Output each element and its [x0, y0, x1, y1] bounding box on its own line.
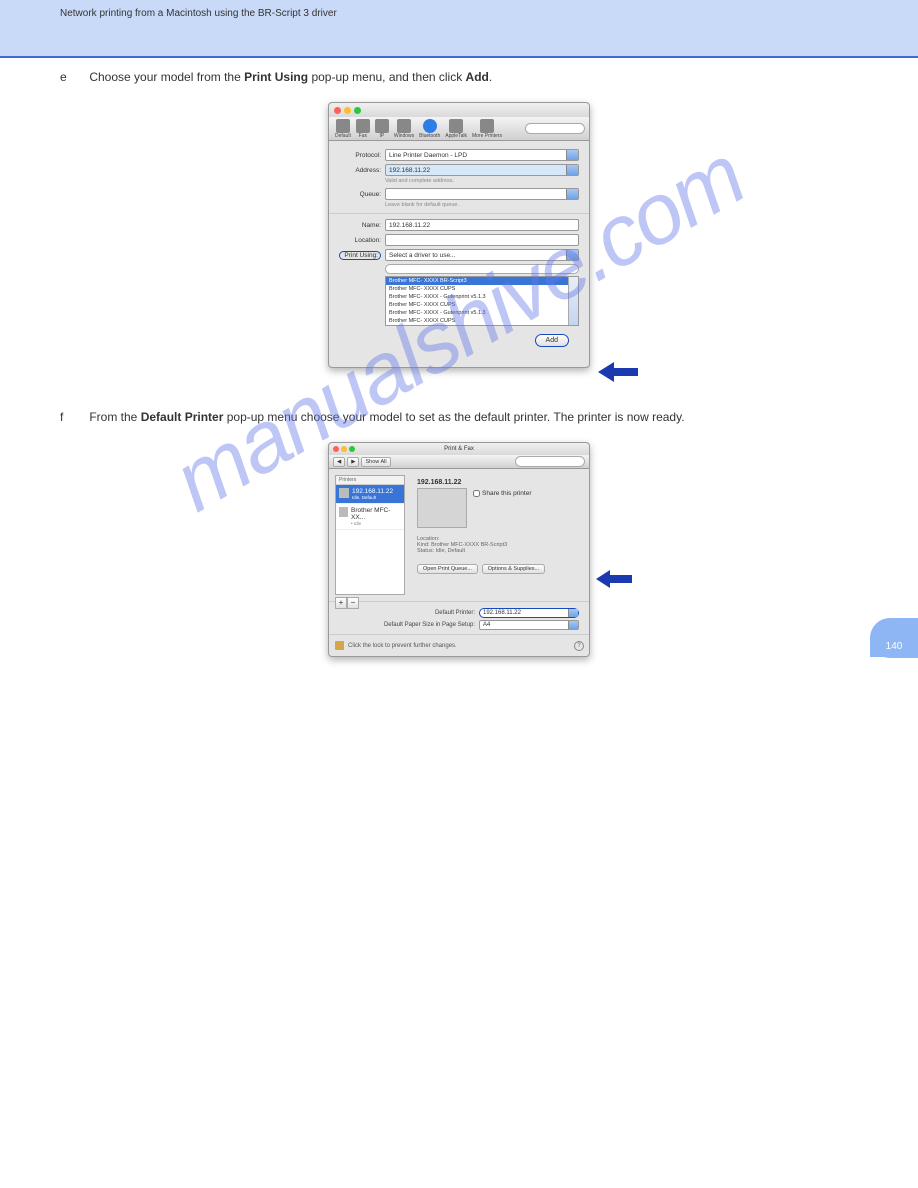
- list-item[interactable]: Brother MFC- XXXX BR-Script3: [386, 277, 578, 285]
- location-field[interactable]: [385, 234, 579, 246]
- printer-item[interactable]: Brother MFC- XX...• Idle: [336, 504, 404, 530]
- back-button[interactable]: ◀: [333, 457, 345, 467]
- lock-row[interactable]: Click the lock to prevent further change…: [329, 634, 589, 656]
- screenshot-add-printer: Default Fax IP Windows Bluetooth AppleTa…: [328, 102, 590, 368]
- printer-icon: [339, 507, 348, 517]
- driver-search-input[interactable]: [385, 264, 579, 274]
- toolbar: Default Fax IP Windows Bluetooth AppleTa…: [329, 117, 589, 141]
- toolbar-default[interactable]: Default: [333, 119, 353, 139]
- step-e: e Choose your model from the Print Using…: [0, 58, 918, 96]
- toolbar-more[interactable]: More Printers: [470, 119, 504, 139]
- name-field[interactable]: 192.168.11.22: [385, 219, 579, 231]
- printer-list[interactable]: Printers 192.168.11.22Idle, Default Brot…: [335, 475, 405, 595]
- open-queue-button[interactable]: Open Print Queue...: [417, 564, 478, 574]
- queue-field[interactable]: [385, 188, 579, 200]
- protocol-select[interactable]: Line Printer Daemon - LPD: [385, 149, 579, 161]
- printer-image: [417, 488, 467, 528]
- window-traffic-lights: [329, 103, 589, 117]
- printer-icon: [339, 488, 349, 498]
- paper-size-select[interactable]: A4: [479, 620, 579, 630]
- show-all-button[interactable]: Show All: [361, 457, 390, 467]
- step-number-icon: e: [60, 68, 86, 86]
- page-number: 140: [870, 637, 918, 657]
- toolbar-fax[interactable]: Fax: [354, 119, 372, 139]
- toolbar-bluetooth[interactable]: Bluetooth: [417, 119, 442, 139]
- forward-button[interactable]: ▶: [347, 457, 359, 467]
- remove-printer-button[interactable]: −: [347, 597, 359, 609]
- list-item[interactable]: Brother MFC- XXXX - Gutenprint v5.1.3: [386, 293, 578, 301]
- add-printer-button[interactable]: +: [335, 597, 347, 609]
- driver-list[interactable]: Brother MFC- XXXX BR-Script3 Brother MFC…: [385, 276, 579, 326]
- options-supplies-button[interactable]: Options & Supplies...: [482, 564, 545, 574]
- toolbar-windows[interactable]: Windows: [392, 119, 416, 139]
- list-item[interactable]: Brother MFC- XXXX CUPS: [386, 317, 578, 325]
- toolbar-ip[interactable]: IP: [373, 119, 391, 139]
- list-item[interactable]: Brother MFC- XXXX - Gutenprint v5.1.3: [386, 309, 578, 317]
- printer-info-panel: 192.168.11.22 Share this printer Locatio…: [411, 475, 583, 595]
- lock-icon: [335, 641, 344, 650]
- prefs-toolbar: ◀ ▶ Show All: [329, 455, 589, 469]
- printer-item[interactable]: 192.168.11.22Idle, Default: [336, 485, 404, 504]
- page-header: Network printing from a Macintosh using …: [0, 0, 918, 58]
- address-field[interactable]: 192.168.11.22: [385, 164, 579, 176]
- search-input[interactable]: [515, 456, 585, 467]
- add-button[interactable]: Add: [535, 334, 569, 347]
- help-button[interactable]: ?: [574, 641, 584, 651]
- toolbar-appletalk[interactable]: AppleTalk: [443, 119, 469, 139]
- window-title: Print & Fax: [329, 443, 589, 455]
- list-item[interactable]: Brother MFC- XXXX CUPS: [386, 285, 578, 293]
- share-printer-checkbox[interactable]: Share this printer: [473, 490, 532, 497]
- step-number-icon: f: [60, 408, 86, 426]
- step-f: f From the Default Printer pop-up menu c…: [0, 398, 918, 436]
- search-input[interactable]: [525, 123, 585, 134]
- default-printer-select[interactable]: 192.168.11.22: [479, 608, 579, 618]
- print-using-select[interactable]: Select a driver to use...: [385, 249, 579, 261]
- selected-printer-title: 192.168.11.22: [417, 479, 577, 486]
- list-item[interactable]: Brother MFC- XXXX CUPS: [386, 301, 578, 309]
- screenshot-print-fax: Print & Fax ◀ ▶ Show All Printers 192.16…: [328, 442, 590, 657]
